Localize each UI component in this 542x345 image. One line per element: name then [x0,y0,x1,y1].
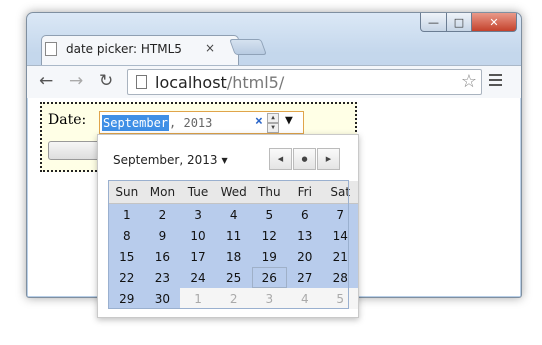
calendar-week-row: 8 9 10 11 12 13 14 [109,225,358,246]
calendar-day[interactable]: 29 [109,288,145,309]
calendar-week-row: 29 30 1 2 3 4 5 [109,288,358,309]
calendar-day[interactable]: 20 [287,246,323,267]
calendar-day-outside-month[interactable]: 5 [322,288,358,309]
date-month-segment[interactable]: September [102,114,170,131]
calendar-day[interactable]: 2 [144,203,181,225]
today-button[interactable]: ● [293,148,316,170]
calendar-day[interactable]: 22 [109,267,145,288]
calendar-week-row: 22 23 24 25 26 27 28 [109,267,358,288]
calendar-day[interactable]: 26 [251,267,288,288]
calendar-day[interactable]: 24 [180,267,216,288]
spin-down-icon[interactable]: ▼ [267,123,279,133]
minimize-button[interactable]: — [420,13,447,32]
calendar-day[interactable]: 23 [144,267,181,288]
tab-title: date picker: HTML5 [66,42,182,56]
calendar-day-outside-month[interactable]: 2 [215,288,252,309]
calendar-day-outside-month[interactable]: 4 [287,288,323,309]
previous-month-button[interactable]: ◀ [269,148,292,170]
calendar-day[interactable]: 14 [322,225,358,246]
calendar-day[interactable]: 1 [109,203,145,225]
clear-icon[interactable]: × [255,114,263,129]
calendar-week-row: 15 16 17 18 19 20 21 [109,246,358,267]
weekday-header: Wed [215,181,252,204]
calendar-day[interactable]: 30 [144,288,181,309]
weekday-header: Fri [287,181,323,204]
page-icon [136,75,147,89]
bookmark-star-icon[interactable]: ☆ [461,71,477,92]
calendar-day[interactable]: 11 [215,225,252,246]
calendar-day[interactable]: 12 [251,225,288,246]
browser-tab-content: date picker: HTML5 × [45,35,221,63]
calendar-day[interactable]: 8 [109,225,145,246]
document-icon [45,42,57,56]
calendar-day[interactable]: 3 [180,203,216,225]
new-tab-button[interactable] [229,39,267,55]
weekday-header: Sun [109,181,145,204]
calendar-day[interactable]: 6 [287,203,323,225]
weekday-header: Tue [180,181,216,204]
calendar-day-outside-month[interactable]: 3 [251,288,288,309]
calendar-day[interactable]: 9 [144,225,181,246]
close-window-button[interactable]: ✕ [472,13,517,32]
forward-icon[interactable]: → [69,71,83,91]
date-input[interactable]: September, 2013 × ▲ ▼ ▼ [99,111,304,134]
calendar-day[interactable]: 19 [251,246,288,267]
calendar-day[interactable]: 27 [287,267,323,288]
address-bar[interactable]: localhost/html5/ ☆ [127,69,482,95]
month-year-selector[interactable]: September, 2013 ▼ [113,153,228,167]
calendar-day[interactable]: 17 [180,246,216,267]
calendar-day[interactable]: 16 [144,246,181,267]
spin-buttons[interactable]: ▲ ▼ [267,113,279,133]
date-year-segment[interactable]: , 2013 [169,116,212,130]
reload-icon[interactable]: ↻ [99,71,113,91]
calendar-day[interactable]: 5 [251,203,288,225]
calendar-day[interactable]: 4 [215,203,252,225]
dropdown-arrow-icon[interactable]: ▼ [285,113,293,128]
calendar-day[interactable]: 18 [215,246,252,267]
back-icon[interactable]: ← [39,71,53,91]
spin-up-icon[interactable]: ▲ [267,113,279,123]
calendar-day-outside-month[interactable]: 1 [180,288,216,309]
menu-icon[interactable] [489,74,502,89]
next-month-button[interactable]: ▶ [317,148,340,170]
calendar-day[interactable]: 10 [180,225,216,246]
calendar-grid: Sun Mon Tue Wed Thu Fri Sat 1 2 3 4 5 6 7 8 9 10 11 12 13 1… [109,181,358,309]
browser-toolbar: ← → ↻ localhost/html5/ ☆ [27,65,521,98]
url-path: /html5/ [226,72,285,92]
calendar-day[interactable]: 13 [287,225,323,246]
month-caret-icon: ▼ [221,156,228,165]
calendar-day[interactable]: 25 [215,267,252,288]
calendar-day[interactable]: 28 [322,267,358,288]
date-picker-popup: September, 2013 ▼ ◀ ● ▶ Sun Mon Tue Wed Thu Fr… [97,134,359,318]
calendar-day[interactable]: 21 [322,246,358,267]
calendar-day[interactable]: 7 [322,203,358,225]
month-year-label: September, 2013 [113,153,218,167]
tab-close-icon[interactable]: × [205,41,215,55]
calendar-day[interactable]: 15 [109,246,145,267]
weekday-header: Sat [322,181,358,204]
month-nav: ◀ ● ▶ [269,148,341,170]
calendar-week-row: 1234567 [109,203,358,225]
date-label: Date: [48,112,87,128]
maximize-button[interactable]: □ [447,13,472,32]
submit-button[interactable] [48,141,100,160]
url-host: localhost [155,72,227,92]
window-controls: — □ ✕ [420,13,517,32]
weekday-header: Mon [144,181,181,204]
weekday-header: Thu [251,181,288,204]
